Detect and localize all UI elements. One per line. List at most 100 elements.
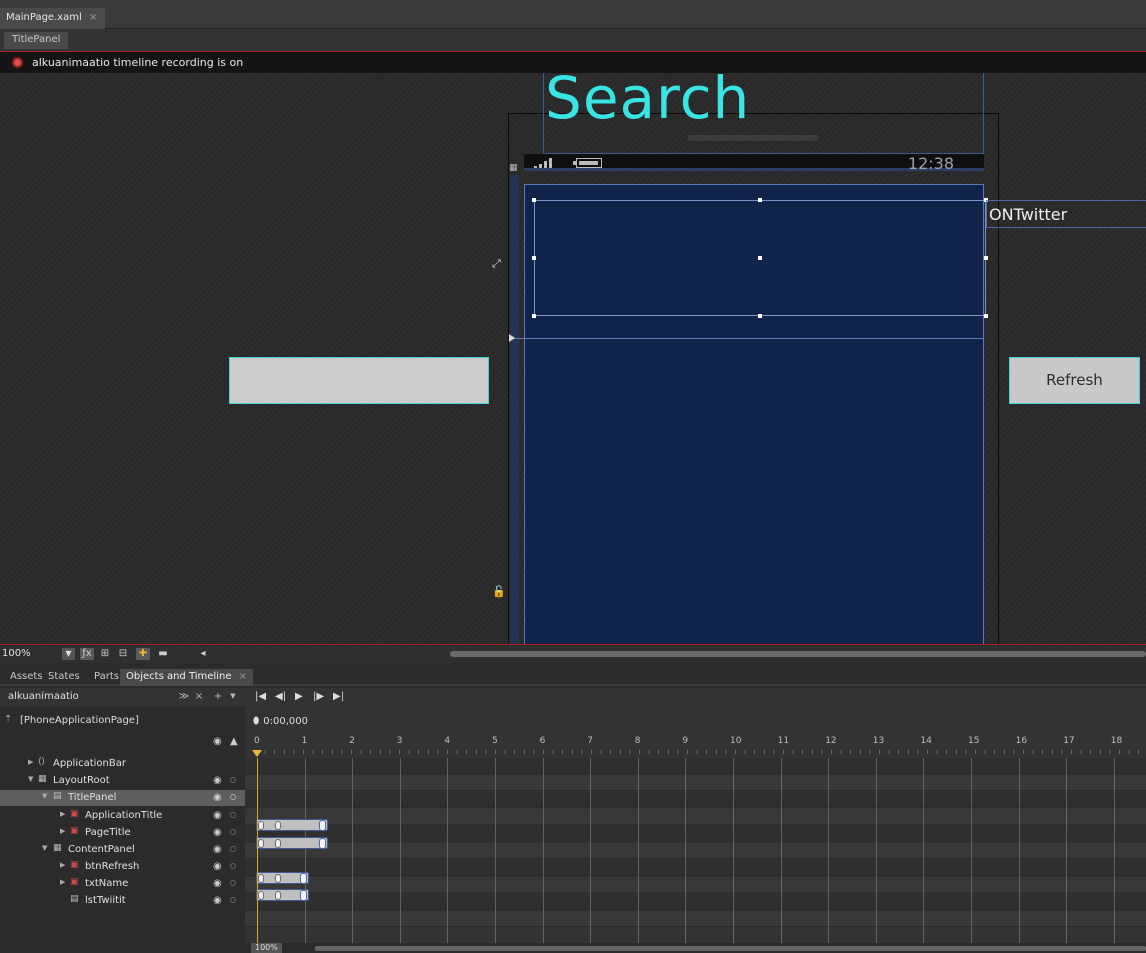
- tab-objects-and-timeline[interactable]: Objects and Timeline ×: [120, 669, 254, 686]
- tree-item-txtname[interactable]: ▶ ▣ txtName ◉: [0, 876, 245, 892]
- record-keyframe-icon[interactable]: ⬮: [253, 716, 259, 727]
- snap-grid-icon[interactable]: ⊟: [116, 648, 130, 660]
- visibility-eye-icon[interactable]: ◉: [213, 827, 222, 838]
- keyframe[interactable]: [275, 891, 281, 900]
- application-title[interactable]: ONTwitter: [989, 205, 1067, 224]
- chevron-down-icon[interactable]: ▼: [62, 648, 75, 660]
- keyframe[interactable]: [319, 820, 326, 831]
- scroll-left-icon[interactable]: ◂: [196, 648, 210, 660]
- timeline-row[interactable]: [245, 758, 1146, 774]
- keyframe[interactable]: [300, 873, 307, 884]
- expander-icon[interactable]: ▼: [28, 775, 33, 783]
- keyframe[interactable]: [275, 821, 281, 830]
- timeline-row[interactable]: [245, 860, 1146, 876]
- visibility-eye-icon[interactable]: ◉: [213, 775, 222, 786]
- visibility-eye-icon[interactable]: ◉: [213, 844, 222, 855]
- expander-icon[interactable]: ▼: [42, 792, 47, 800]
- close-icon[interactable]: ×: [89, 12, 97, 23]
- keyframe[interactable]: [258, 891, 264, 900]
- timeline-row[interactable]: [245, 894, 1146, 910]
- grid-row-arrow-icon[interactable]: [509, 334, 515, 342]
- visibility-header-icon[interactable]: ◉: [213, 736, 225, 748]
- keyframe[interactable]: [258, 821, 264, 830]
- lock-toggle-icon[interactable]: [230, 794, 236, 800]
- storyboard-options-icon[interactable]: ≫: [178, 690, 190, 703]
- txtname-textbox[interactable]: [229, 357, 489, 404]
- scope-up-icon[interactable]: ⇡: [4, 714, 12, 725]
- selection-handle[interactable]: [984, 256, 988, 260]
- breadcrumb-titlepanel[interactable]: TitlePanel: [4, 32, 69, 49]
- zoom-level[interactable]: 100%: [2, 648, 31, 659]
- go-to-end-icon[interactable]: ▶|: [333, 691, 344, 702]
- timeline-ruler[interactable]: 0 1 2 3 4 5 6 7 8 9 10 11 12 13 14 15 16 17 18: [245, 734, 1146, 758]
- lock-open-icon[interactable]: 🔓: [492, 585, 506, 598]
- playhead-handle[interactable]: [252, 750, 262, 757]
- grid-icon[interactable]: ⊞: [98, 648, 112, 660]
- timeline-current-time[interactable]: ⬮ 0:00,000: [253, 716, 308, 727]
- chevron-down-icon[interactable]: ▼: [227, 690, 239, 703]
- keyframe[interactable]: [275, 874, 281, 883]
- timeline-row[interactable]: [245, 792, 1146, 808]
- grid-row-divider[interactable]: [511, 338, 984, 339]
- expander-icon[interactable]: ▶: [60, 827, 65, 835]
- tree-item-btnrefresh[interactable]: ▶ ▣ btnRefresh ◉: [0, 859, 245, 875]
- selection-handle[interactable]: [532, 198, 536, 202]
- visibility-eye-icon[interactable]: ◉: [213, 895, 222, 906]
- artboard-horizontal-scrollbar[interactable]: [450, 651, 1146, 657]
- artboard[interactable]: Search 12:38 ▦ ⤢ 🔓 ONTwitter Refresh: [0, 73, 1146, 645]
- keyframe[interactable]: [300, 890, 307, 901]
- tree-item-titlepanel[interactable]: ▼ ▤ TitlePanel ◉: [0, 790, 245, 806]
- close-storyboard-icon[interactable]: ×: [193, 690, 205, 703]
- timeline-row[interactable]: [245, 843, 1146, 859]
- annotation-icon[interactable]: ▬: [156, 648, 170, 660]
- timeline-horizontal-scrollbar[interactable]: [315, 946, 1146, 951]
- lock-header-icon[interactable]: ▲: [230, 736, 242, 748]
- playhead-line[interactable]: [257, 758, 258, 953]
- lock-toggle-icon[interactable]: [230, 863, 236, 869]
- visibility-eye-icon[interactable]: ◉: [213, 792, 222, 803]
- tree-item-pagetitle[interactable]: ▶ ▣ PageTitle ◉: [0, 825, 245, 841]
- go-to-start-icon[interactable]: |◀: [255, 691, 266, 702]
- document-tab-mainpage[interactable]: MainPage.xaml ×: [0, 8, 105, 29]
- keyframe[interactable]: [258, 839, 264, 848]
- timeline-row[interactable]: [245, 911, 1146, 927]
- expander-icon[interactable]: ▶: [28, 758, 33, 766]
- tree-item-contentpanel[interactable]: ▼ ▦ ContentPanel ◉: [0, 842, 245, 858]
- expander-icon[interactable]: ▶: [60, 861, 65, 869]
- lock-toggle-icon[interactable]: [230, 777, 236, 783]
- expander-icon[interactable]: ▼: [42, 844, 47, 852]
- selection-handle[interactable]: [758, 314, 762, 318]
- timeline-row[interactable]: [245, 775, 1146, 791]
- visibility-eye-icon[interactable]: ◉: [213, 810, 222, 821]
- keyframe-track-txtname[interactable]: [256, 889, 309, 901]
- expander-icon[interactable]: ▶: [60, 810, 65, 818]
- selection-handle[interactable]: [758, 198, 762, 202]
- lock-toggle-icon[interactable]: [230, 880, 236, 886]
- timeline-row[interactable]: [245, 877, 1146, 893]
- timeline-pane[interactable]: |◀ ◀| ▶ |▶ ▶| ⬮ 0:00,000 0 1 2 3 4 5 6 7 8 9 10 11 12…: [245, 688, 1146, 953]
- step-forward-icon[interactable]: |▶: [313, 691, 324, 702]
- record-icon[interactable]: [12, 57, 23, 68]
- effects-icon[interactable]: ƒx: [80, 648, 94, 660]
- tree-item-applicationtitle[interactable]: ▶ ▣ ApplicationTitle ◉: [0, 808, 245, 824]
- expander-icon[interactable]: ▶: [60, 878, 65, 886]
- timeline-row[interactable]: [245, 826, 1146, 842]
- tree-item-layoutroot[interactable]: ▼ ▦ LayoutRoot ◉: [0, 773, 245, 789]
- timeline-zoom[interactable]: 100%: [251, 943, 282, 953]
- lock-toggle-icon[interactable]: [230, 812, 236, 818]
- grid-ruler[interactable]: [510, 175, 519, 644]
- keyframe-track-pagetitle[interactable]: [256, 837, 328, 849]
- tree-item-lsttwiitit[interactable]: ▤ lstTwiitit ◉: [0, 893, 245, 909]
- keyframe[interactable]: [319, 838, 326, 849]
- refresh-button[interactable]: Refresh: [1009, 357, 1140, 404]
- tree-item-applicationbar[interactable]: ▶ ⟨⟩ ApplicationBar: [0, 756, 245, 772]
- tree-page-root[interactable]: ⇡ [PhoneApplicationPage]: [0, 712, 245, 730]
- keyframe[interactable]: [275, 839, 281, 848]
- timeline-row[interactable]: [245, 809, 1146, 825]
- resize-icon[interactable]: ⤢: [492, 257, 501, 271]
- step-back-icon[interactable]: ◀|: [275, 691, 286, 702]
- close-icon[interactable]: ×: [239, 671, 247, 682]
- play-icon[interactable]: ▶: [295, 691, 303, 702]
- keyframe-track-btnrefresh[interactable]: [256, 872, 309, 884]
- selection-handle[interactable]: [984, 314, 988, 318]
